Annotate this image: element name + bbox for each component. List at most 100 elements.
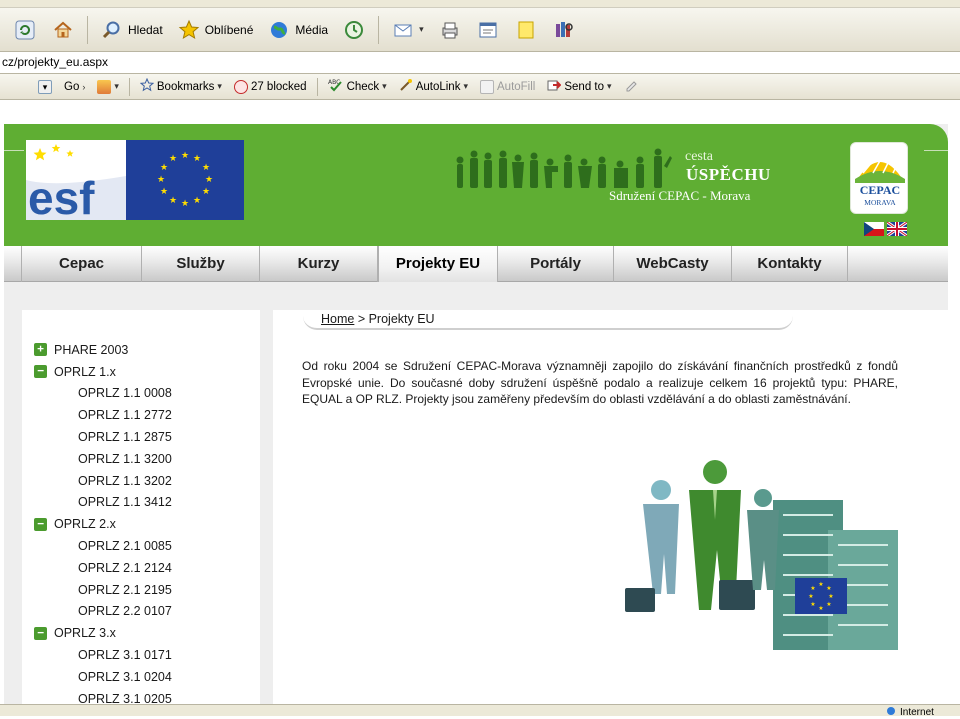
- tree-node-label[interactable]: OPRLZ 2.x: [54, 517, 116, 531]
- toolbar-separator: [128, 77, 130, 96]
- check-label: Check: [346, 80, 380, 93]
- tree-leaf-link[interactable]: OPRLZ 2.1 2124: [22, 557, 260, 579]
- english-flag-icon[interactable]: [887, 222, 907, 236]
- nav-item-sluzby[interactable]: Služby: [142, 245, 260, 282]
- chevron-right-icon: ›: [82, 81, 86, 92]
- nav-item-portaly[interactable]: Portály: [498, 245, 614, 282]
- nav-item-kontakty[interactable]: Kontakty: [732, 245, 848, 282]
- print-button[interactable]: [433, 14, 467, 46]
- favorites-button[interactable]: Oblíbené: [172, 14, 259, 46]
- tree-leaf-link[interactable]: OPRLZ 3.1 0171: [22, 644, 260, 666]
- spellcheck-button[interactable]: ABC Check ▾: [324, 76, 391, 98]
- svg-text:★: ★: [160, 163, 168, 173]
- svg-text:★: ★: [828, 593, 833, 600]
- go-label: Go: [64, 80, 80, 93]
- chevron-down-icon: ▾: [607, 81, 612, 91]
- tree-node[interactable]: − OPRLZ 3.x: [22, 622, 260, 644]
- go-button[interactable]: Go ›: [60, 76, 89, 98]
- notes-button[interactable]: [509, 14, 543, 46]
- popup-blocker-button[interactable]: 27 blocked: [230, 76, 311, 98]
- form-icon: [480, 79, 494, 94]
- breadcrumb-home-link[interactable]: Home: [321, 312, 354, 326]
- cepac-logo-text: CEPAC: [859, 183, 901, 197]
- breadcrumb-separator: >: [354, 312, 369, 326]
- security-zone: Internet: [886, 706, 934, 719]
- research-button[interactable]: [547, 14, 581, 46]
- media-button[interactable]: Média: [262, 14, 333, 46]
- address-dropdown-button[interactable]: ▾: [34, 76, 56, 98]
- nav-item-cepac[interactable]: Cepac: [22, 245, 142, 282]
- toolbar-separator: [87, 15, 88, 44]
- tree-leaf-link[interactable]: OPRLZ 2.1 0085: [22, 535, 260, 557]
- chevron-down-icon: ▾: [114, 81, 119, 91]
- tree-node-label[interactable]: OPRLZ 3.x: [54, 626, 116, 640]
- autofill-label: AutoFill: [497, 80, 536, 93]
- czech-flag-icon[interactable]: [864, 222, 884, 236]
- svg-text:★: ★: [181, 151, 189, 161]
- home-button[interactable]: [46, 14, 80, 46]
- tree-node[interactable]: − OPRLZ 2.x: [22, 513, 260, 535]
- tree-leaf-link[interactable]: OPRLZ 1.1 3202: [22, 470, 260, 492]
- svg-text:★: ★: [202, 187, 210, 197]
- site-container: esf ★ ★ ★ ★ ★ ★ ★ ★ ★ ★ ★ ★ cesta ÚSPĚCH…: [4, 124, 948, 704]
- organization-name: Sdružení CEPAC - Morava: [609, 188, 751, 203]
- tree-node-label[interactable]: PHARE 2003: [54, 343, 128, 357]
- search-icon: [100, 18, 124, 42]
- chevron-down-icon: ▾: [463, 81, 468, 91]
- tree-leaf-link[interactable]: OPRLZ 1.1 2772: [22, 404, 260, 426]
- mail-button[interactable]: ▾: [386, 14, 429, 46]
- star-icon: [177, 18, 201, 42]
- tree-leaf-link[interactable]: OPRLZ 1.1 2875: [22, 426, 260, 448]
- send-icon: [547, 78, 562, 95]
- svg-text:★: ★: [181, 199, 189, 209]
- send-to-label: Send to: [564, 80, 605, 93]
- tree-leaf-link[interactable]: OPRLZ 1.1 3412: [22, 492, 260, 514]
- svg-text:★: ★: [810, 585, 815, 592]
- esf-eu-logo[interactable]: esf ★ ★ ★ ★ ★ ★ ★ ★ ★ ★ ★ ★: [26, 140, 244, 224]
- search-button[interactable]: Hledat: [95, 14, 168, 46]
- zone-label: Internet: [900, 707, 934, 718]
- url-text[interactable]: cz/projekty_eu.aspx: [2, 55, 108, 69]
- tree-node[interactable]: + PHARE 2003: [22, 339, 260, 361]
- cepac-logo[interactable]: CEPAC MORAVA: [850, 142, 908, 214]
- web-page: esf ★ ★ ★ ★ ★ ★ ★ ★ ★ ★ ★ ★ cesta ÚSPĚCH…: [0, 101, 960, 704]
- breadcrumb: Home > Projekty EU: [321, 312, 435, 326]
- google-options-button[interactable]: ▾: [93, 76, 123, 98]
- intro-paragraph: Od roku 2004 se Sdružení CEPAC-Morava vý…: [302, 359, 898, 406]
- esf-logo: esf: [26, 140, 126, 224]
- expand-icon[interactable]: +: [34, 343, 47, 357]
- banner-rule: [4, 150, 24, 151]
- nav-item-projekty-eu[interactable]: Projekty EU: [378, 245, 498, 282]
- tree-leaf-link[interactable]: OPRLZ 2.1 2195: [22, 579, 260, 601]
- refresh-button[interactable]: [8, 14, 42, 46]
- tree-leaf-link[interactable]: OPRLZ 2.2 0107: [22, 601, 260, 623]
- note-icon: [514, 18, 538, 42]
- tree-leaf-link[interactable]: OPRLZ 3.1 0205: [22, 688, 260, 704]
- blocked-icon: [233, 79, 248, 94]
- tree-node[interactable]: − OPRLZ 1.x: [22, 361, 260, 383]
- highlight-button[interactable]: [620, 76, 642, 98]
- favorites-label: Oblíbené: [204, 22, 254, 37]
- browser-toolbar: Hledat Oblíbené Média ▾: [0, 8, 960, 52]
- people-silhouettes-graphic: [456, 148, 672, 188]
- edit-icon: [476, 18, 500, 42]
- main-content: Home > Projekty EU Od roku 2004 se Sdruž…: [273, 310, 948, 704]
- tagline-title: ÚSPĚCHU: [686, 165, 771, 184]
- tree-leaf-link[interactable]: OPRLZ 3.1 0204: [22, 666, 260, 688]
- send-to-button[interactable]: Send to ▾: [543, 76, 615, 98]
- autolink-button[interactable]: AutoLink ▾: [395, 76, 472, 98]
- tree-node-label[interactable]: OPRLZ 1.x: [54, 365, 116, 379]
- tree-leaf-link[interactable]: OPRLZ 1.1 3200: [22, 448, 260, 470]
- edit-button[interactable]: [471, 14, 505, 46]
- history-button[interactable]: [337, 14, 371, 46]
- autofill-button[interactable]: AutoFill: [476, 76, 539, 98]
- tree-leaf-link[interactable]: OPRLZ 1.1 0008: [22, 383, 260, 405]
- chevron-down-icon: ▾: [419, 24, 424, 34]
- nav-item-webcasty[interactable]: WebCasty: [614, 245, 732, 282]
- collapse-icon[interactable]: −: [34, 365, 47, 379]
- bookmarks-button[interactable]: Bookmarks ▾: [136, 76, 226, 98]
- nav-item-kurzy[interactable]: Kurzy: [260, 245, 378, 282]
- address-bar[interactable]: cz/projekty_eu.aspx: [0, 52, 960, 74]
- collapse-icon[interactable]: −: [34, 626, 47, 640]
- collapse-icon[interactable]: −: [34, 517, 47, 531]
